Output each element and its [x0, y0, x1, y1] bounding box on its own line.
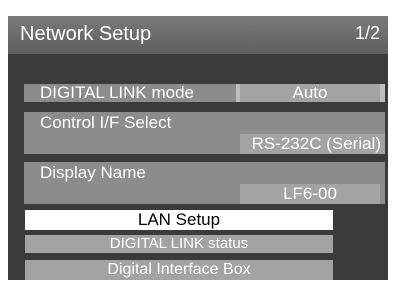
control-if-select-label: Control I/F Select: [40, 113, 172, 132]
display-name-setting[interactable]: Display Name LF6-00: [24, 162, 385, 204]
page-indicator: 1/2: [354, 23, 380, 43]
control-if-select-value[interactable]: RS-232C (Serial): [240, 134, 385, 154]
display-name-label: Display Name: [40, 163, 146, 182]
digital-interface-box-button[interactable]: Digital Interface Box: [25, 260, 333, 280]
display-name-value[interactable]: LF6-00: [240, 184, 380, 204]
control-if-select-setting[interactable]: Control I/F Select RS-232C (Serial): [24, 112, 385, 154]
network-setup-menu: Network Setup 1/2 DIGITAL LINK mode Auto…: [8, 16, 388, 280]
digital-link-mode-value[interactable]: Auto: [240, 84, 380, 102]
page-title: Network Setup: [20, 23, 152, 45]
lan-setup-button[interactable]: LAN Setup: [25, 210, 333, 230]
digital-link-status-button[interactable]: DIGITAL LINK status: [25, 235, 333, 253]
digital-link-mode-setting[interactable]: DIGITAL LINK mode Auto: [24, 84, 385, 102]
digital-link-mode-label: DIGITAL LINK mode: [24, 84, 236, 102]
menu-header: Network Setup 1/2: [8, 16, 388, 54]
